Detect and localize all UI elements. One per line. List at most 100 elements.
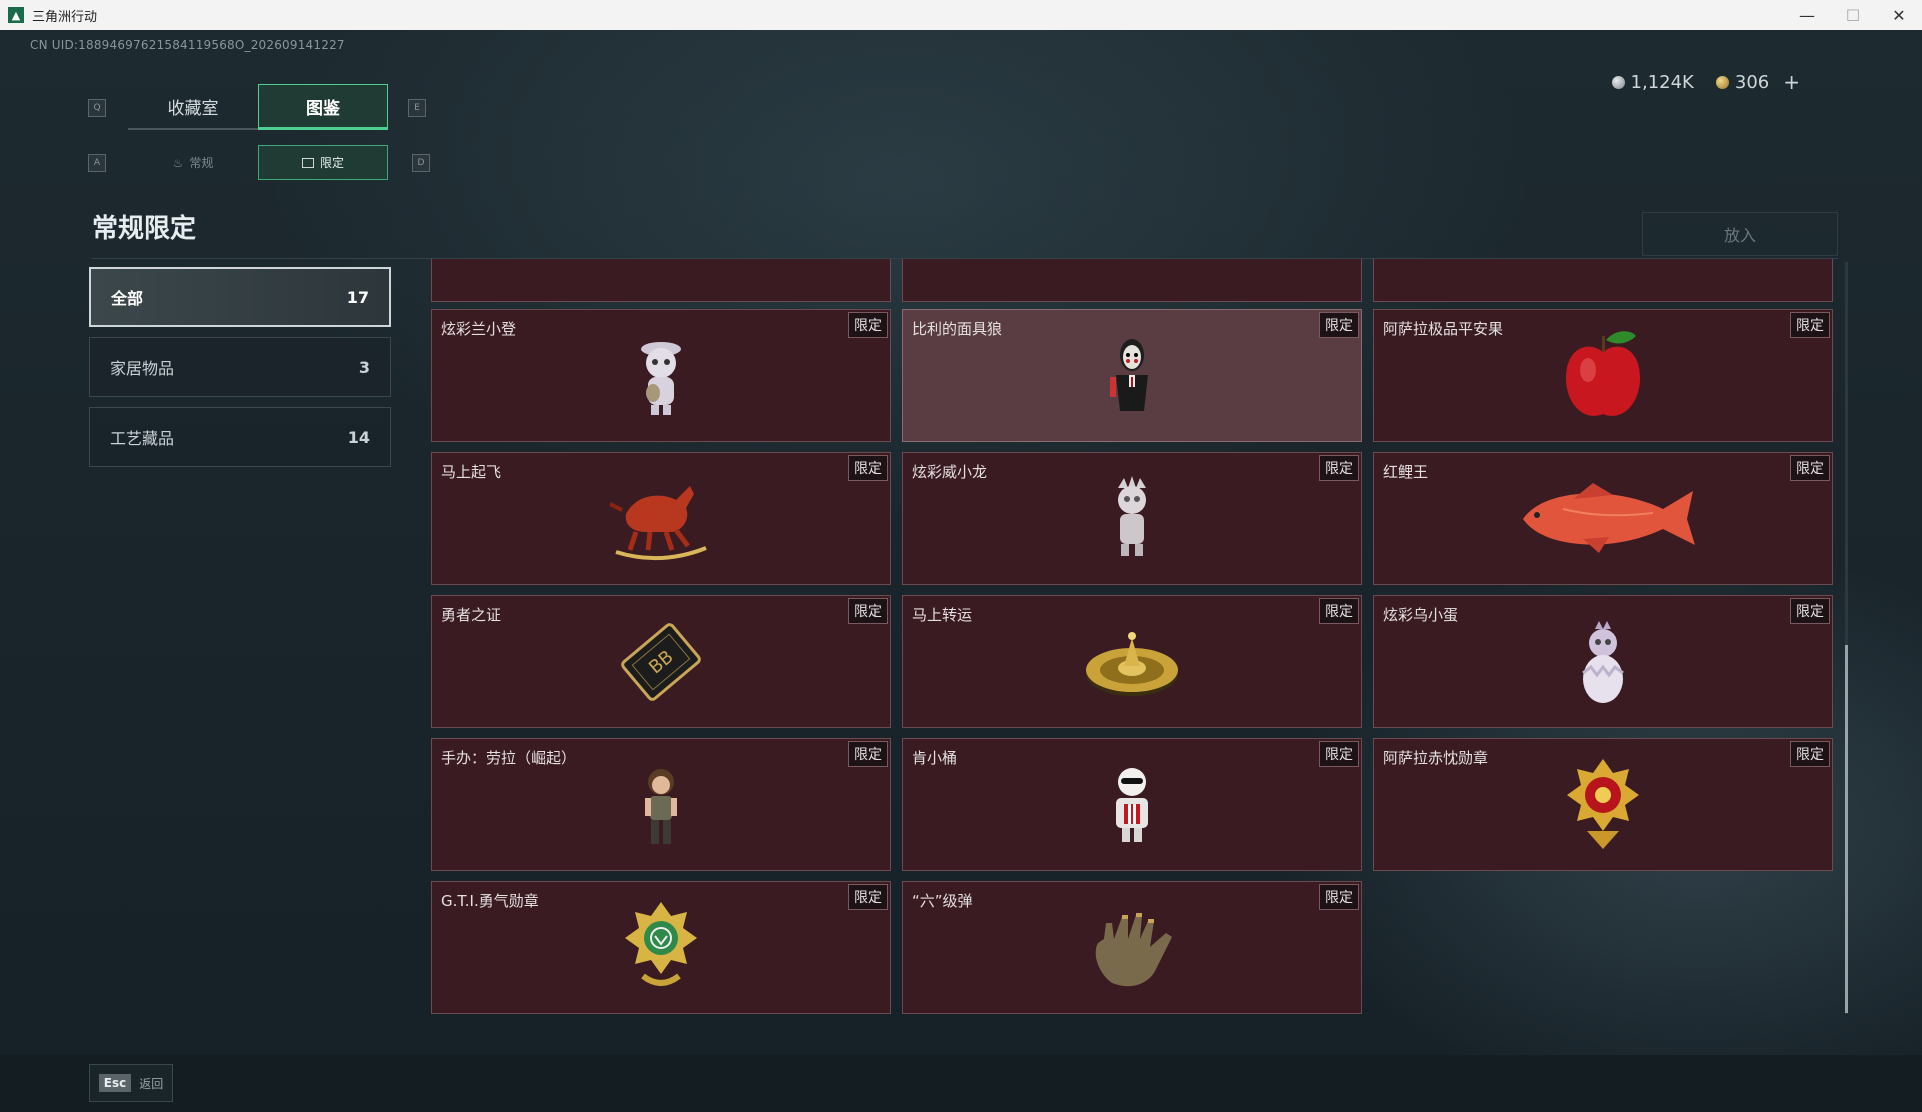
red-medal-icon [1548, 755, 1658, 855]
category-all[interactable]: 全部 17 [89, 267, 391, 327]
bucket-figure-icon [1077, 755, 1187, 855]
window-title: 三角洲行动 [32, 9, 98, 25]
item-card[interactable]: G.T.I.勇气勋章 限定 [431, 881, 891, 1014]
category-crafts[interactable]: 工艺藏品 14 [89, 407, 391, 467]
item-name: 马上转运 [912, 606, 973, 624]
item-card-partial[interactable] [431, 259, 891, 302]
category-label: 工艺藏品 [110, 429, 175, 448]
apple-icon [1548, 326, 1658, 426]
item-name: 肯小桶 [912, 749, 958, 767]
maximize-button[interactable]: ☐ [1830, 0, 1876, 30]
item-card-partial[interactable] [1373, 259, 1833, 302]
silver-currency: 1,124K [1611, 71, 1694, 93]
item-card[interactable]: 炫彩兰小登 限定 [431, 309, 891, 442]
figurine-icon [606, 326, 716, 426]
key-hint-a: A [88, 154, 106, 172]
green-medal-icon [606, 898, 716, 998]
item-card[interactable]: 阿萨拉极品平安果 限定 [1373, 309, 1833, 442]
item-card[interactable]: 红鲤王 限定 [1373, 452, 1833, 585]
subtab-limited[interactable]: 限定 [258, 145, 388, 180]
category-count: 3 [358, 357, 370, 377]
item-name: 勇者之证 [441, 606, 502, 624]
category-count: 17 [346, 287, 369, 307]
place-button[interactable]: 放入 [1642, 212, 1838, 256]
item-name: 炫彩兰小登 [441, 320, 517, 338]
close-button[interactable]: ✕ [1876, 0, 1922, 30]
tab-collection-room[interactable]: 收藏室 [128, 84, 258, 130]
minimize-button[interactable]: — [1784, 0, 1830, 30]
limited-tag: 限定 [1319, 598, 1359, 624]
item-card[interactable]: 马上起飞 限定 [431, 452, 891, 585]
gold-currency: 306 + [1715, 70, 1800, 94]
limited-tag: 限定 [848, 455, 888, 481]
puppet-icon [1077, 326, 1187, 426]
flame-icon: ♨ [172, 155, 184, 170]
silver-amount: 1,124K [1630, 71, 1694, 93]
limited-tag: 限定 [848, 312, 888, 338]
sub-tabs: ♨ 常规 限定 [128, 145, 388, 180]
key-hint-e: E [408, 99, 426, 117]
back-button[interactable]: Esc 返回 [89, 1064, 173, 1102]
gold-coin-icon [1715, 75, 1729, 89]
item-name: 阿萨拉赤忱勋章 [1383, 749, 1489, 767]
item-card[interactable]: 炫彩乌小蛋 限定 [1373, 595, 1833, 728]
add-currency-button[interactable]: + [1783, 70, 1800, 94]
card-icon: BB [606, 612, 716, 712]
section-title: 常规限定 [92, 214, 197, 244]
subtab-regular-label: 常规 [189, 156, 214, 170]
dragon-figurine-icon [1077, 469, 1187, 569]
back-label: 返回 [139, 1076, 164, 1091]
item-card[interactable]: 肯小桶 限定 [902, 738, 1362, 871]
item-name: G.T.I.勇气勋章 [441, 892, 539, 910]
category-label: 全部 [111, 289, 144, 308]
item-card[interactable]: 比利的面具狼 限定 [902, 309, 1362, 442]
limited-tag: 限定 [848, 741, 888, 767]
limited-tag: 限定 [1790, 455, 1830, 481]
tab-codex[interactable]: 图鉴 [258, 84, 388, 130]
item-card[interactable]: 勇者之证 限定 BB [431, 595, 891, 728]
carp-icon [1503, 469, 1703, 569]
limited-tag: 限定 [1319, 741, 1359, 767]
egg-figurine-icon [1548, 612, 1658, 712]
hand-bullet-icon [1077, 898, 1187, 998]
item-grid: 炫彩兰小登 限定 比利的面具狼 限定 阿萨拉极品平安果 限定 马上起飞 限定 炫… [430, 259, 1850, 1017]
currency-bar: 1,124K 306 + [1611, 70, 1800, 94]
item-card[interactable]: “六”级弹 限定 [902, 881, 1362, 1014]
main-tabs: 收藏室 图鉴 [128, 84, 388, 130]
image-icon [301, 157, 314, 168]
app-icon: ▲ [8, 7, 24, 23]
item-card[interactable]: 马上转运 限定 [902, 595, 1362, 728]
window-titlebar: ▲ 三角洲行动 — ☐ ✕ [0, 0, 1922, 30]
key-hint-q: Q [88, 99, 106, 117]
item-name: 马上起飞 [441, 463, 502, 481]
bottom-bar [0, 1055, 1922, 1112]
item-name: “六”级弹 [912, 892, 973, 910]
limited-tag: 限定 [1319, 455, 1359, 481]
item-card[interactable]: 手办：劳拉（崛起） 限定 [431, 738, 891, 871]
limited-tag: 限定 [848, 598, 888, 624]
key-hint-d: D [412, 154, 430, 172]
spinner-icon [1077, 612, 1187, 712]
limited-tag: 限定 [1790, 312, 1830, 338]
uid-label: CN UID:18894697621584119568O_20260914122… [30, 38, 345, 52]
item-name: 阿萨拉极品平安果 [1383, 320, 1504, 338]
category-label: 家居物品 [110, 359, 175, 378]
subtab-limited-label: 限定 [319, 156, 344, 170]
item-name: 比利的面具狼 [912, 320, 1003, 338]
limited-tag: 限定 [1319, 884, 1359, 910]
subtab-regular[interactable]: ♨ 常规 [128, 145, 258, 180]
item-card[interactable]: 炫彩威小龙 限定 [902, 452, 1362, 585]
item-card[interactable]: 阿萨拉赤忱勋章 限定 [1373, 738, 1833, 871]
item-name: 炫彩威小龙 [912, 463, 988, 481]
item-name: 炫彩乌小蛋 [1383, 606, 1459, 624]
limited-tag: 限定 [1790, 598, 1830, 624]
category-home-items[interactable]: 家居物品 3 [89, 337, 391, 397]
item-card-partial[interactable] [902, 259, 1362, 302]
category-count: 14 [347, 427, 370, 447]
scrollbar-thumb[interactable] [1845, 645, 1848, 1013]
limited-tag: 限定 [848, 884, 888, 910]
limited-tag: 限定 [1790, 741, 1830, 767]
horse-icon [606, 469, 716, 569]
limited-tag: 限定 [1319, 312, 1359, 338]
item-name: 手办：劳拉（崛起） [441, 749, 577, 767]
